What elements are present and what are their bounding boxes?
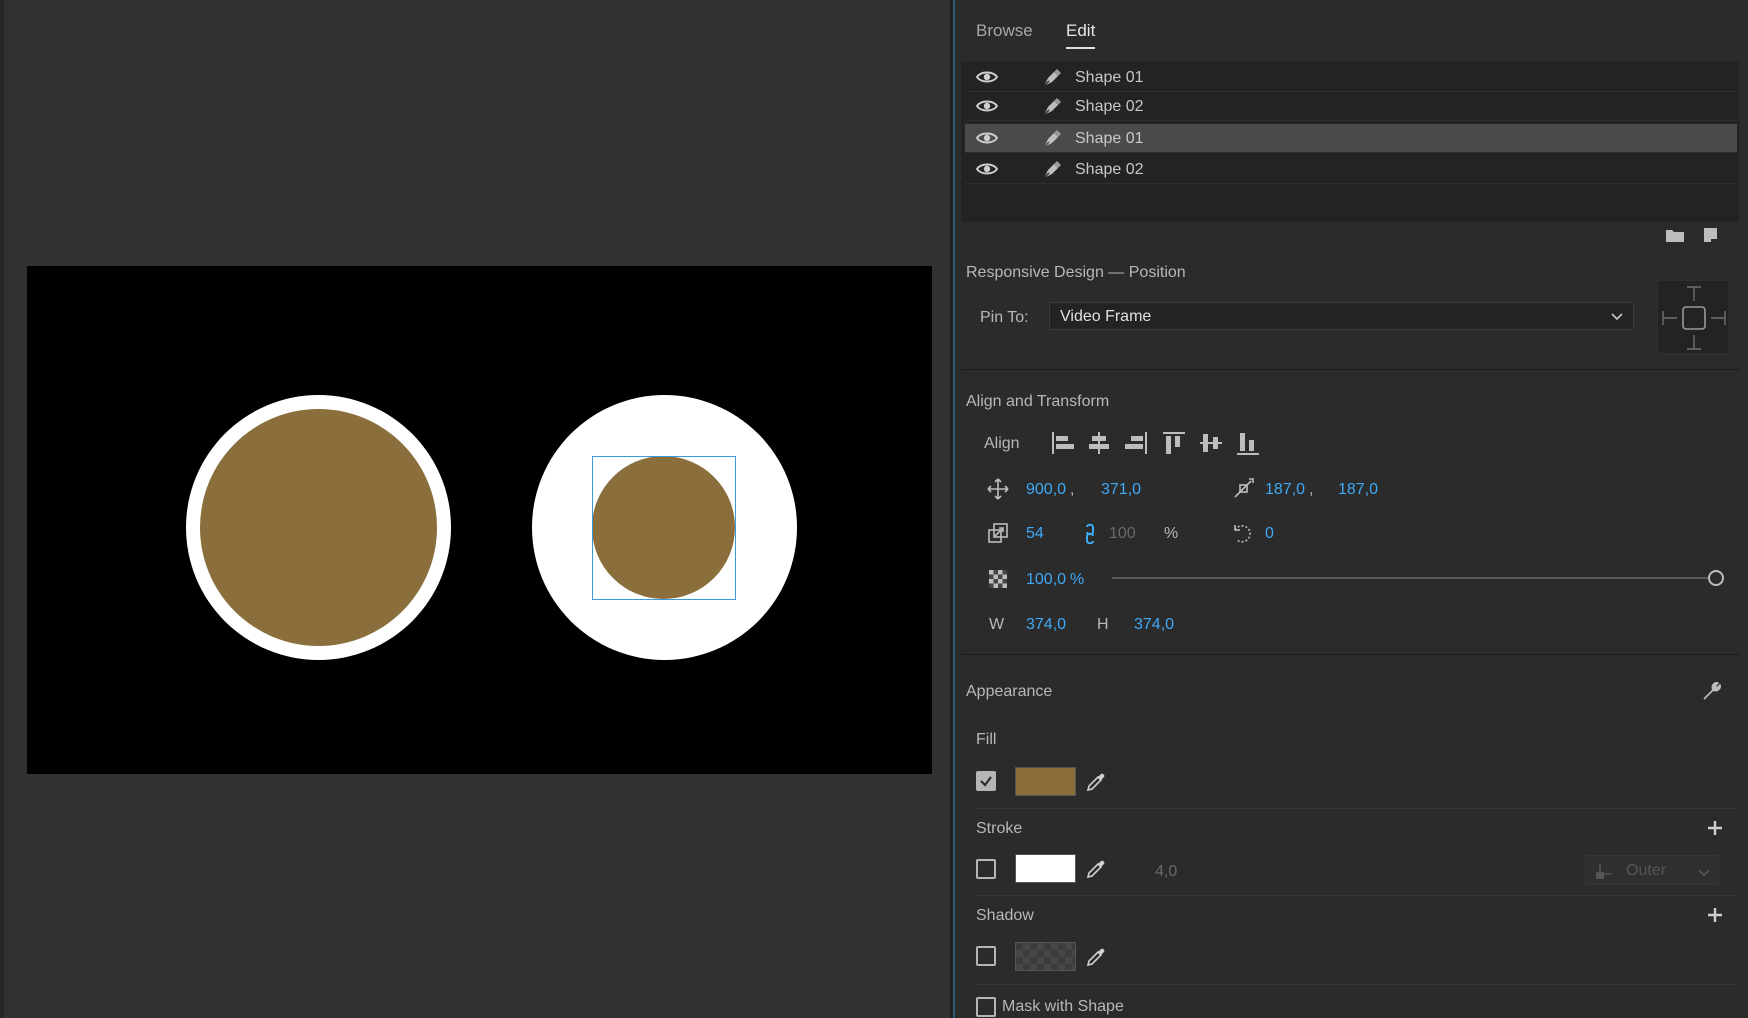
height-value[interactable]: 374,0 <box>1134 616 1174 634</box>
position-x-value[interactable]: 900,0 <box>1026 481 1066 499</box>
pen-icon <box>1043 161 1061 179</box>
pen-icon <box>1043 130 1061 148</box>
align-right-icon[interactable] <box>1124 430 1148 456</box>
align-transform-title: Align and Transform <box>966 393 1110 410</box>
stroke-outer-icon <box>1596 864 1612 879</box>
rotation-value[interactable]: 0 <box>1265 525 1274 543</box>
add-shadow-icon[interactable] <box>1706 906 1724 924</box>
stroke-type-value: Outer <box>1626 862 1667 879</box>
new-item-icon[interactable] <box>1700 227 1720 243</box>
eye-icon[interactable] <box>976 98 998 114</box>
pin-edges-widget[interactable] <box>1657 280 1729 354</box>
pin-to-dropdown[interactable]: Video Frame <box>1049 302 1634 330</box>
appearance-title: Appearance <box>966 683 1053 700</box>
align-horizontal-center-icon[interactable] <box>1087 430 1111 456</box>
stroke-type-dropdown[interactable]: Outer <box>1585 855 1719 885</box>
mask-with-shape-checkbox[interactable] <box>976 997 996 1017</box>
pen-icon <box>1043 69 1061 87</box>
opacity-checker-icon <box>989 570 1007 588</box>
shadow-label: Shadow <box>976 907 1034 924</box>
new-group-folder-icon[interactable] <box>1665 227 1685 243</box>
layer-row[interactable]: Shape 02 <box>965 155 1737 184</box>
fill-checkbox[interactable] <box>976 771 996 791</box>
program-monitor <box>0 0 950 1018</box>
mask-with-shape-label: Mask with Shape <box>1002 998 1124 1015</box>
align-left-icon[interactable] <box>1051 430 1075 456</box>
essential-graphics-panel: Browse Edit Shape 01 Shape 02 Shape 01 S… <box>955 0 1748 1018</box>
shadow-color-swatch[interactable] <box>1015 942 1076 971</box>
position-separator: , <box>1070 481 1075 498</box>
eyedropper-icon[interactable] <box>1085 946 1107 968</box>
eyedropper-icon[interactable] <box>1085 771 1107 793</box>
layer-name: Shape 01 <box>1075 130 1144 147</box>
align-bottom-icon[interactable] <box>1236 430 1260 456</box>
scale-linked-value: 100 <box>1109 525 1136 542</box>
subsection-divider <box>974 808 1738 809</box>
layers-list: Shape 01 Shape 02 Shape 01 Shape 02 <box>961 62 1739 222</box>
eye-icon[interactable] <box>976 130 998 146</box>
opacity-slider-knob[interactable] <box>1708 570 1724 586</box>
fill-label: Fill <box>976 731 997 748</box>
subsection-divider <box>974 984 1738 985</box>
layer-row[interactable]: Shape 01 <box>965 63 1737 92</box>
opacity-unit: % <box>1070 571 1085 588</box>
stroke-label: Stroke <box>976 820 1023 837</box>
pen-icon <box>1043 98 1061 116</box>
opacity-slider-track[interactable] <box>1112 577 1717 579</box>
wrench-icon[interactable] <box>1701 680 1723 702</box>
width-value[interactable]: 374,0 <box>1026 616 1066 634</box>
layer-name: Shape 01 <box>1075 69 1144 86</box>
pin-to-label: Pin To: <box>980 309 1029 326</box>
chevron-down-icon <box>1698 869 1710 877</box>
shape-01-circle-left[interactable] <box>200 409 437 646</box>
eye-icon[interactable] <box>976 161 998 177</box>
opacity-value[interactable]: 100,0 <box>1026 571 1066 589</box>
anchor-separator: , <box>1309 481 1314 498</box>
fill-color-swatch[interactable] <box>1015 767 1076 796</box>
selection-bounding-box[interactable] <box>592 456 736 600</box>
anchor-x-value[interactable]: 187,0 <box>1265 481 1305 499</box>
add-stroke-icon[interactable] <box>1706 819 1724 837</box>
scale-unit: % <box>1164 525 1179 542</box>
position-move-icon <box>987 478 1009 500</box>
tab-browse[interactable]: Browse <box>976 21 1033 41</box>
layer-name: Shape 02 <box>1075 98 1144 115</box>
align-top-icon[interactable] <box>1162 430 1186 456</box>
scale-icon <box>988 523 1008 543</box>
layer-row-selected[interactable]: Shape 01 <box>965 124 1737 153</box>
align-vertical-center-icon[interactable] <box>1199 430 1223 456</box>
link-scale-icon[interactable] <box>1079 523 1101 545</box>
rotation-icon <box>1234 525 1251 543</box>
video-frame[interactable] <box>27 266 932 774</box>
position-y-value[interactable]: 371,0 <box>1101 481 1141 499</box>
anchor-y-value[interactable]: 187,0 <box>1338 481 1378 499</box>
stroke-checkbox[interactable] <box>976 859 996 879</box>
shadow-checkbox[interactable] <box>976 946 996 966</box>
layer-name: Shape 02 <box>1075 161 1144 178</box>
pin-to-value: Video Frame <box>1060 308 1152 325</box>
anchor-point-icon <box>1234 478 1254 498</box>
subsection-divider <box>974 895 1738 896</box>
panel-tabs: Browse Edit <box>955 0 1748 60</box>
section-divider <box>961 369 1739 370</box>
section-divider <box>961 654 1739 655</box>
width-label: W <box>989 616 1005 633</box>
tab-edit[interactable]: Edit <box>1066 21 1096 49</box>
eyedropper-icon[interactable] <box>1085 858 1107 880</box>
eye-icon[interactable] <box>976 69 998 85</box>
responsive-design-title: Responsive Design — Position <box>966 264 1186 281</box>
stroke-color-swatch[interactable] <box>1015 854 1076 883</box>
height-label: H <box>1097 616 1109 633</box>
chevron-down-icon <box>1611 313 1623 321</box>
align-label: Align <box>984 435 1020 452</box>
checkmark-icon <box>980 776 992 787</box>
scale-value[interactable]: 54 <box>1026 525 1044 543</box>
layer-row[interactable]: Shape 02 <box>965 92 1737 121</box>
stroke-width-value[interactable]: 4,0 <box>1155 863 1177 881</box>
pin-edges-icon[interactable] <box>1658 281 1730 355</box>
